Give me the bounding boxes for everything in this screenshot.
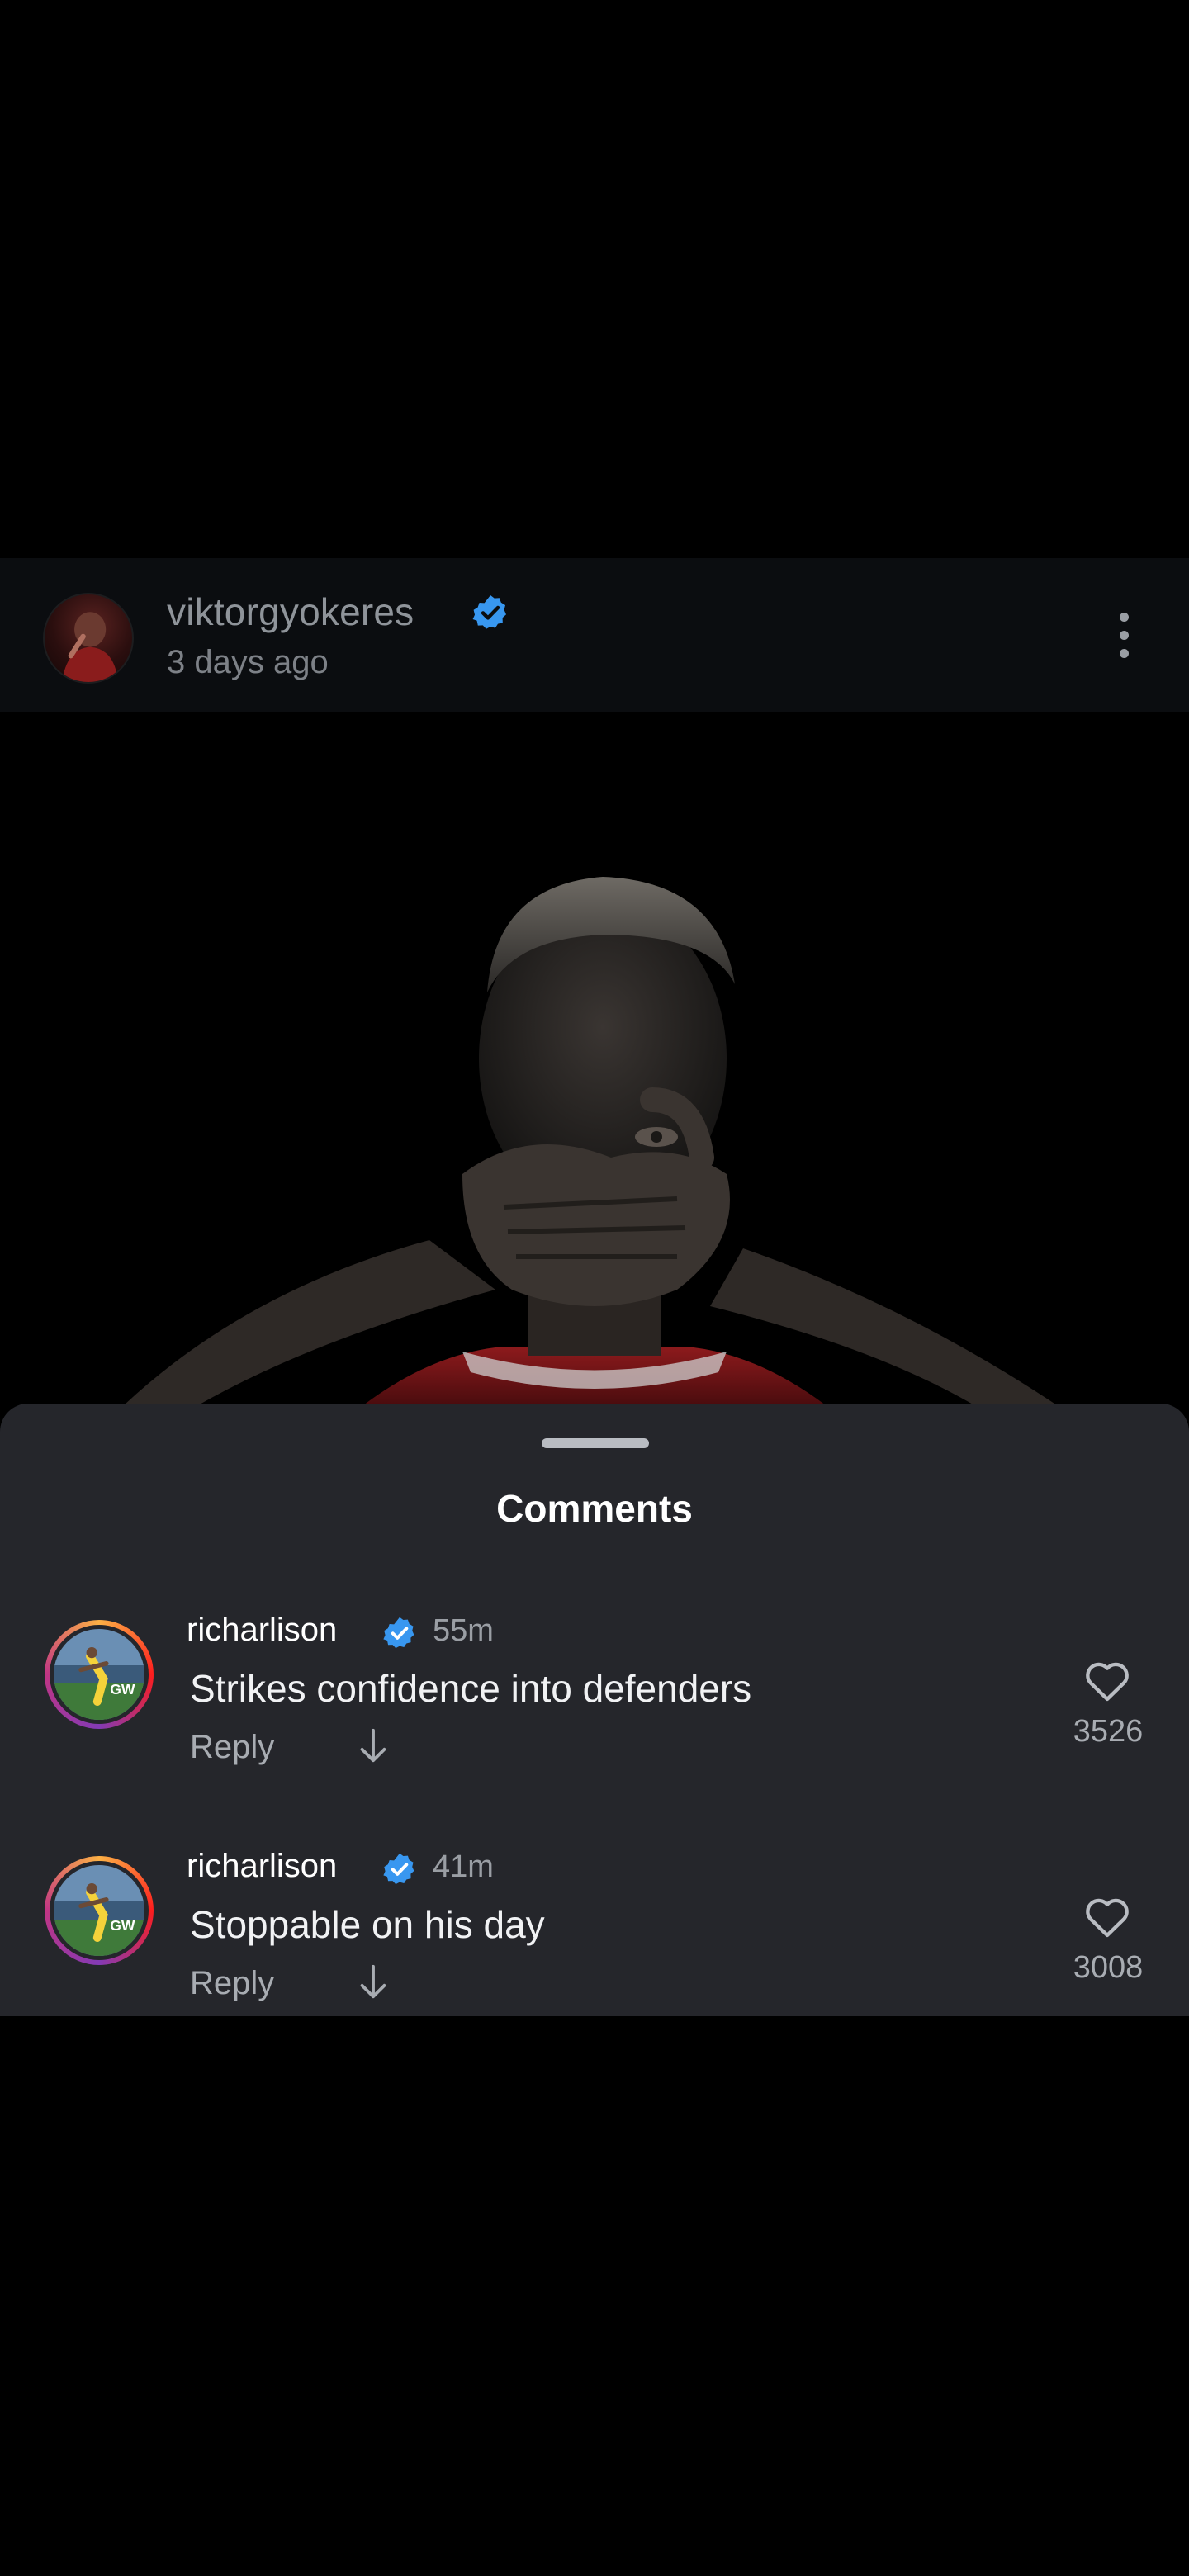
comment-timestamp: 55m	[433, 1613, 494, 1648]
commenter-username[interactable]: richarlison	[187, 1612, 337, 1649]
screen: viktorgyokeres 3 days ago Comments GW ri…	[0, 0, 1189, 2576]
reply-button[interactable]: Reply	[190, 1729, 274, 1766]
commenter-avatar[interactable]: GW	[45, 1856, 154, 1965]
post-author-avatar[interactable]	[43, 593, 134, 684]
commenter-avatar[interactable]: GW	[45, 1620, 154, 1729]
comments-sheet: Comments GW richarlison 55m Strikes conf…	[0, 1404, 1189, 2016]
post-username[interactable]: viktorgyokeres	[167, 590, 414, 634]
verified-badge-icon	[383, 1617, 414, 1649]
post-header: viktorgyokeres 3 days ago	[0, 558, 1189, 712]
drag-handle[interactable]	[542, 1438, 649, 1448]
like-heart-icon[interactable]	[1083, 1894, 1131, 1939]
post-image[interactable]	[0, 712, 1189, 1405]
player-photo	[124, 877, 1057, 1405]
comments-title: Comments	[496, 1487, 693, 1530]
svg-text:GW: GW	[110, 1917, 135, 1934]
comment-text: Stoppable on his day	[190, 1903, 545, 1946]
translate-arrow-down-icon[interactable]	[357, 1727, 390, 1765]
translate-arrow-down-icon[interactable]	[357, 1963, 390, 2001]
more-dot	[1120, 631, 1129, 640]
verified-badge-icon	[472, 595, 506, 629]
avatar-image: GW	[54, 1865, 144, 1956]
comment-item: GW richarlison 41m Stoppable on his day …	[0, 1848, 1189, 2013]
comment-text: Strikes confidence into defenders	[190, 1667, 752, 1710]
commenter-username[interactable]: richarlison	[187, 1848, 337, 1885]
more-options-icon[interactable]	[1106, 606, 1143, 664]
verified-badge-icon	[383, 1853, 414, 1885]
avatar-image: GW	[54, 1629, 144, 1720]
comment-timestamp: 41m	[433, 1849, 494, 1884]
reply-button[interactable]: Reply	[190, 1965, 274, 2002]
like-heart-icon[interactable]	[1083, 1658, 1131, 1702]
avatar-image	[62, 612, 119, 682]
post-timestamp: 3 days ago	[167, 644, 329, 680]
like-count: 3008	[1073, 1950, 1144, 1985]
svg-text:GW: GW	[110, 1681, 135, 1698]
more-dot	[1120, 649, 1129, 658]
like-count: 3526	[1073, 1714, 1144, 1749]
comment-item: GW richarlison 55m Strikes confidence in…	[0, 1612, 1189, 1777]
more-dot	[1120, 613, 1129, 622]
